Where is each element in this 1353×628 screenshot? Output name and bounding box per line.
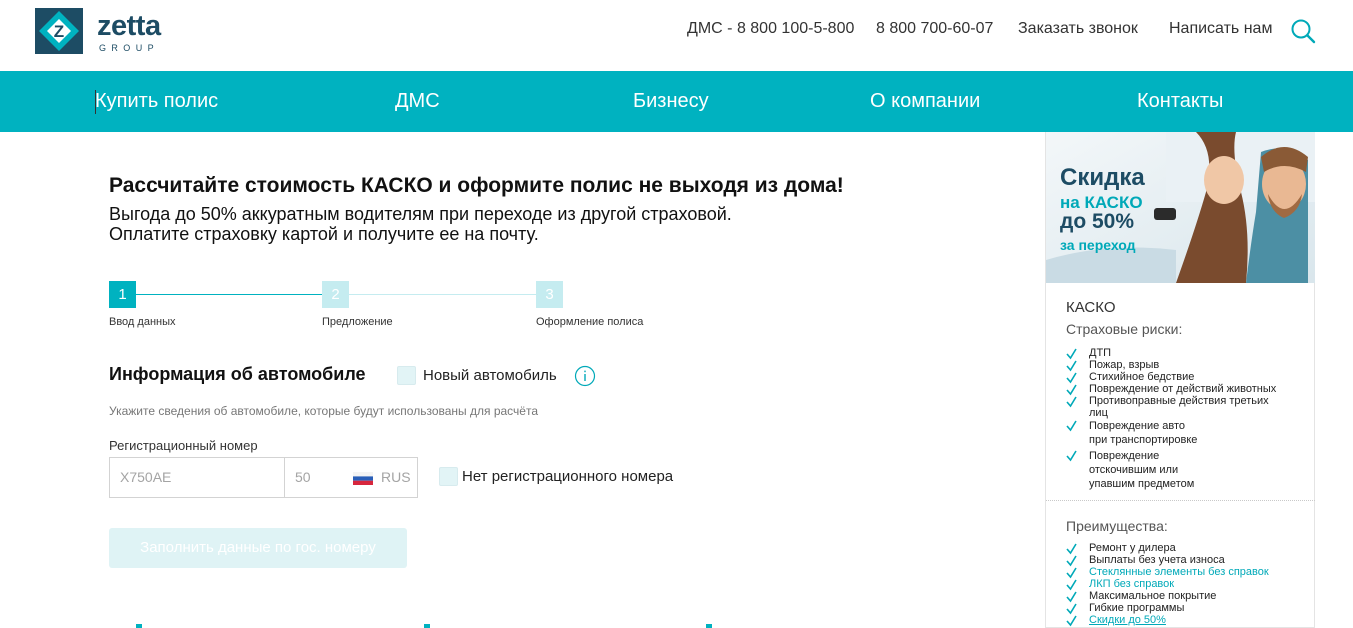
russia-flag-icon <box>353 472 373 485</box>
car-info-heading: Информация об автомобиле <box>109 364 366 384</box>
benefit-item-text: Гибкие программы <box>1089 602 1185 614</box>
banner-discount-title: Скидка <box>1060 164 1145 191</box>
zetta-logo[interactable]: Z zetta GROUP <box>35 8 175 56</box>
step-2-marker: 2 <box>322 281 349 308</box>
reg-number-field: Х750АЕ 50 RUS <box>109 457 418 498</box>
reg-number-input[interactable]: Х750АЕ <box>110 458 285 497</box>
benefit-item: Гибкие программы <box>1066 602 1311 615</box>
no-reg-number-label[interactable]: Нет регистрационного номера <box>462 468 673 485</box>
cut-off-mark <box>706 624 712 628</box>
check-icon <box>1066 615 1077 627</box>
risks-list: ДТП Пожар, взрыв Стихийное бедствие Поврежд… <box>1066 347 1311 491</box>
header-link-dms-phone[interactable]: ДМС - 8 800 100-5-800 <box>687 20 854 38</box>
nav-item-contacts[interactable]: Контакты <box>1137 90 1223 113</box>
benefits-list: Ремонт у дилера Выплаты без учета износа С… <box>1066 542 1311 627</box>
step-1-label: Ввод данных <box>109 316 176 328</box>
step-2-label: Предложение <box>322 316 393 328</box>
page-subtitle: Выгода до 50% аккуратным водителям при п… <box>109 204 732 244</box>
svg-text:Z: Z <box>54 22 64 41</box>
subtitle-line-1: Выгода до 50% аккуратным водителям при п… <box>109 204 732 224</box>
top-header: Z zetta GROUP ДМС - 8 800 100-5-800 8 80… <box>0 0 1353 71</box>
page-title: Рассчитайте стоимость КАСКО и оформите п… <box>109 174 844 197</box>
step-3-marker: 3 <box>536 281 563 308</box>
reg-number-label: Регистрационный номер <box>109 438 258 453</box>
main-nav: Купить полис ДМС Бизнесу О компании Конт… <box>0 71 1353 132</box>
no-reg-number-checkbox[interactable] <box>439 467 458 486</box>
cut-off-mark <box>424 624 430 628</box>
risk-item: Противоправные действия третьих лиц <box>1066 395 1281 419</box>
risk-item: Повреждение отскочившим или упавшим пред… <box>1066 449 1226 491</box>
risk-item-text: ДТП <box>1089 347 1112 359</box>
step-1-marker[interactable]: 1 <box>109 281 136 308</box>
promo-banner[interactable]: Скидка на КАСКО до 50% за переход <box>1046 132 1315 283</box>
benefit-item[interactable]: ЛКП без справок <box>1066 578 1311 591</box>
benefit-item[interactable]: Стеклянные элементы без справок <box>1066 566 1311 579</box>
risk-item: Повреждение от действий животных <box>1066 383 1311 396</box>
benefit-item: Выплаты без учета износа <box>1066 554 1311 567</box>
stepper-line-pending <box>349 294 536 295</box>
benefit-item-text: Ремонт у дилера <box>1089 542 1176 554</box>
reg-country-code: RUS <box>381 469 411 485</box>
sidebar-product-title: КАСКО <box>1066 299 1116 316</box>
benefit-item: Максимальное покрытие <box>1066 590 1311 603</box>
fill-by-plate-button[interactable]: Заполнить данные по гос. номеру <box>109 528 407 568</box>
check-icon <box>1066 396 1077 408</box>
benefits-heading: Преимущества: <box>1066 518 1168 534</box>
benefit-item-text: Выплаты без учета износа <box>1089 554 1225 566</box>
search-icon[interactable] <box>1290 18 1316 44</box>
text-cursor <box>95 90 96 114</box>
logo-wordmark: zetta <box>97 10 161 42</box>
info-icon[interactable] <box>574 365 596 387</box>
header-link-phone[interactable]: 8 800 700-60-07 <box>876 20 993 38</box>
new-car-label[interactable]: Новый автомобиль <box>423 367 557 384</box>
stepper-line-done <box>136 294 322 295</box>
header-link-write-us[interactable]: Написать нам <box>1169 20 1272 38</box>
risk-item-text: Повреждение отскочившим или упавшим пред… <box>1089 450 1195 490</box>
risk-item: ДТП <box>1066 347 1311 360</box>
risk-item-text: Противоправные действия третьих лиц <box>1089 395 1269 419</box>
check-icon <box>1066 420 1077 432</box>
kasko-sidebar: Скидка на КАСКО до 50% за переход КАСКО … <box>1045 132 1315 628</box>
risks-heading: Страховые риски: <box>1066 321 1183 337</box>
nav-item-about[interactable]: О компании <box>870 90 980 113</box>
risk-item-text: Повреждение авто при транспортировке <box>1089 420 1198 446</box>
risk-item: Повреждение авто при транспортировке <box>1066 419 1206 447</box>
benefit-item-text[interactable]: Стеклянные элементы без справок <box>1089 566 1269 578</box>
sidebar-divider <box>1046 500 1315 501</box>
risk-item: Стихийное бедствие <box>1066 371 1311 384</box>
risk-item-text: Стихийное бедствие <box>1089 371 1195 383</box>
benefit-item[interactable]: Скидки до 50% <box>1066 614 1311 627</box>
new-car-checkbox[interactable] <box>397 366 416 385</box>
benefit-item-text[interactable]: ЛКП без справок <box>1089 578 1174 590</box>
risk-item-text: Повреждение от действий животных <box>1089 383 1277 395</box>
subtitle-line-2: Оплатите страховку картой и получите ее … <box>109 224 539 244</box>
logo-subtitle: GROUP <box>99 43 160 53</box>
car-info-hint: Укажите сведения об автомобиле, которые … <box>109 404 538 418</box>
reg-region-input[interactable]: 50 <box>295 469 311 485</box>
risk-item: Пожар, взрыв <box>1066 359 1311 372</box>
step-3-label: Оформление полиса <box>536 316 644 328</box>
cut-off-mark <box>136 624 142 628</box>
nav-item-business[interactable]: Бизнесу <box>633 90 709 113</box>
benefit-item: Ремонт у дилера <box>1066 542 1311 555</box>
risk-item-text: Пожар, взрыв <box>1089 359 1160 371</box>
nav-item-buy-policy[interactable]: Купить полис <box>95 90 218 113</box>
benefit-item-text[interactable]: Скидки до 50% <box>1089 614 1166 626</box>
benefit-item-text: Максимальное покрытие <box>1089 590 1217 602</box>
zetta-logo-icon: Z <box>35 8 83 54</box>
banner-percent: до 50% <box>1060 210 1135 233</box>
check-icon <box>1066 450 1077 462</box>
banner-transfer: за переход <box>1060 237 1136 253</box>
header-link-callback[interactable]: Заказать звонок <box>1018 20 1138 38</box>
nav-item-dms[interactable]: ДМС <box>395 90 440 113</box>
